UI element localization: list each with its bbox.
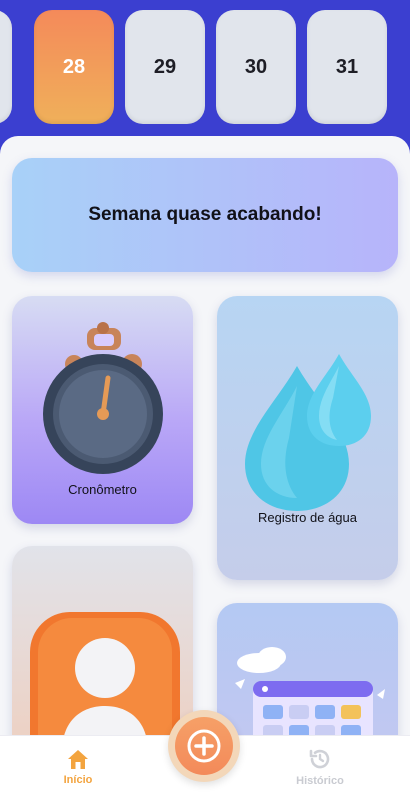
date-item-31[interactable]: 31: [307, 10, 387, 124]
stopwatch-card[interactable]: Cronômetro: [12, 296, 193, 524]
date-item-28[interactable]: 28: [34, 10, 114, 124]
add-button[interactable]: [168, 710, 240, 782]
week-banner: Semana quase acabando!: [12, 158, 398, 272]
date-item-prev[interactable]: [0, 10, 12, 124]
water-label: Registro de água: [257, 510, 357, 525]
date-label: 30: [244, 55, 268, 78]
date-label: 31: [335, 55, 359, 78]
stopwatch-icon: [43, 322, 163, 474]
history-icon: [309, 749, 330, 769]
home-icon: [68, 750, 88, 769]
date-item-29[interactable]: 29: [125, 10, 205, 124]
banner-text: Semana quase acabando!: [88, 204, 322, 225]
plus-icon: [187, 729, 221, 763]
water-card[interactable]: Registro de água: [217, 296, 398, 580]
nav-history-label: Histórico: [296, 775, 344, 787]
nav-history[interactable]: Histórico: [275, 736, 365, 801]
water-drops-icon: [245, 354, 371, 511]
date-label: 28: [62, 55, 86, 78]
date-strip: 28 29 30 31: [0, 0, 410, 140]
nav-home-label: Início: [63, 774, 93, 786]
date-item-30[interactable]: 30: [216, 10, 296, 124]
date-label: 29: [153, 55, 177, 78]
nav-home[interactable]: Início: [33, 736, 123, 801]
content-sheet: Semana quase acabando! Cronômetro Regist…: [0, 136, 410, 800]
add-button-inner: [175, 717, 233, 775]
stopwatch-label: Cronômetro: [68, 482, 137, 497]
